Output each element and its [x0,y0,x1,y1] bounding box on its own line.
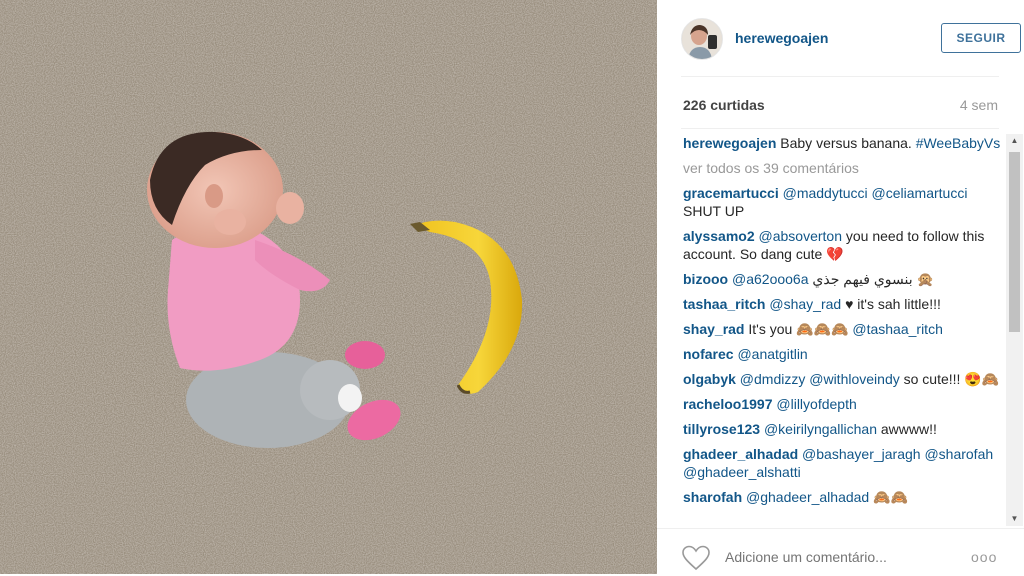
caption-text: Baby versus banana. [780,135,912,151]
list-item: ghadeer_alhadad @bashayer_jaragh @sharof… [683,445,1001,481]
comment-username[interactable]: olgabyk [683,371,736,387]
list-item: alyssamo2 @absoverton you need to follow… [683,227,1001,263]
comment-text: SHUT UP [683,203,745,219]
heart-icon[interactable] [681,545,711,571]
heart-icon-graphic [682,545,710,571]
comment-username[interactable]: sharofah [683,489,742,505]
mention-link[interactable]: @a62ooo6a [732,271,809,287]
list-item: shay_rad It's you 🙈🙈🙈 @tashaa_ritch [683,320,1001,338]
mention-link[interactable]: @lillyofdepth [776,396,856,412]
mention-link[interactable]: @anatgitlin [737,346,807,362]
divider [657,528,1024,529]
comment-username[interactable]: gracemartucci [683,185,779,201]
list-item: olgabyk @dmdizzy @withloveindy so cute!!… [683,370,1001,388]
scrollbar-thumb[interactable] [1009,152,1020,332]
post-header: herewegoajen SEGUIR [681,18,1021,60]
mention-link[interactable]: @ghadeer_alshatti [683,464,801,480]
comment-text: so cute!!! 😍🙈 [899,371,1000,387]
like-count[interactable]: 226 curtidas [683,97,765,113]
mention-link[interactable]: @bashayer_jaragh [802,446,921,462]
follow-button[interactable]: SEGUIR [941,23,1021,53]
comments-scrollbar[interactable]: ▲ ▼ [1006,134,1023,526]
mention-link[interactable]: @maddytucci [783,185,868,201]
mention-link[interactable]: @shay_rad [769,296,841,312]
comment-list: herewegoajen Baby versus banana. #WeeBab… [683,134,1001,526]
list-item: tashaa_ritch @shay_rad ♥ it's sah little… [683,295,1001,313]
view-all-comments-link[interactable]: ver todos os 39 comentários [683,159,1001,177]
caption: herewegoajen Baby versus banana. #WeeBab… [683,134,1001,152]
comment-username[interactable]: tashaa_ritch [683,296,765,312]
photo-image [0,0,657,574]
comment-username[interactable]: alyssamo2 [683,228,755,244]
avatar-image [682,19,722,59]
mention-link[interactable]: @tashaa_ritch [852,321,942,337]
comment-bar: ooo [681,545,1001,575]
comment-username[interactable]: herewegoajen [683,135,776,151]
mention-link[interactable]: @keirilyngallichan [764,421,877,437]
comment-username[interactable]: tillyrose123 [683,421,760,437]
comment-text: awwww!! [877,421,937,437]
mention-link[interactable]: @celiamartucci [872,185,968,201]
header-username[interactable]: herewegoajen [735,30,828,46]
list-item: sharofah @ghadeer_alhadad 🙈🙈 [683,488,1001,506]
comment-username[interactable]: bizooo [683,271,728,287]
more-options-icon[interactable]: ooo [971,549,997,565]
comment-text: بنسوي فيهم جذي 🙊 [808,271,934,287]
divider [681,128,999,129]
avatar[interactable] [681,18,723,60]
comment-text: ♥ it's sah little!!! [841,296,941,312]
add-comment-input[interactable] [725,549,945,565]
mention-link[interactable]: @sharofah [924,446,993,462]
post-photo[interactable] [0,0,657,574]
list-item: gracemartucci @maddytucci @celiamartucci… [683,184,1001,220]
list-item: tillyrose123 @keirilyngallichan awwww!! [683,420,1001,438]
mention-link[interactable]: @dmdizzy [740,371,806,387]
scroll-up-arrow-icon[interactable]: ▲ [1006,134,1023,148]
comment-text: 🙈🙈 [869,489,908,505]
post-panel: herewegoajen SEGUIR 226 curtidas 4 sem h… [657,0,1024,574]
comment-username[interactable]: racheloo1997 [683,396,773,412]
list-item: racheloo1997 @lillyofdepth [683,395,1001,413]
scroll-down-arrow-icon[interactable]: ▼ [1006,512,1023,526]
comment-username[interactable]: shay_rad [683,321,744,337]
mention-link[interactable]: @ghadeer_alhadad [746,489,869,505]
hashtag-link[interactable]: #WeeBabyVs [916,135,1001,151]
divider [681,76,999,77]
post-age[interactable]: 4 sem [960,97,998,113]
comment-text: It's you 🙈🙈🙈 [744,321,853,337]
list-item: bizooo @a62ooo6a بنسوي فيهم جذي 🙊 [683,270,1001,288]
mention-link[interactable]: @withloveindy [809,371,899,387]
mention-link[interactable]: @absoverton [759,228,842,244]
comment-username[interactable]: ghadeer_alhadad [683,446,798,462]
list-item: nofarec @anatgitlin [683,345,1001,363]
comment-username[interactable]: nofarec [683,346,734,362]
